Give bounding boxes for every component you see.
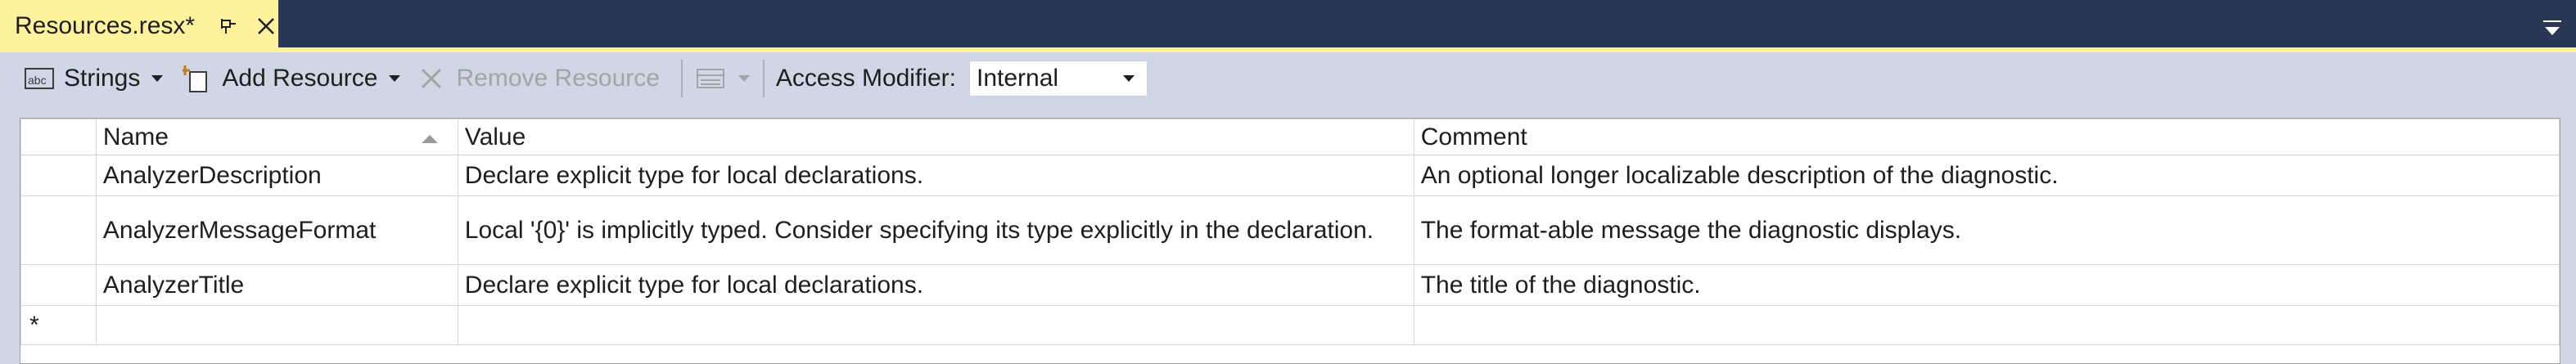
cell-value[interactable]: Declare explicit type for local declarat… bbox=[457, 264, 1414, 306]
document-tab-bar: Resources.resx* bbox=[0, 0, 2576, 52]
strings-icon: abc bbox=[23, 64, 56, 93]
svg-text:abc: abc bbox=[28, 74, 47, 87]
new-cell-value[interactable] bbox=[457, 305, 1414, 345]
access-modifier-label: Access Modifier: bbox=[775, 65, 956, 92]
view-icon bbox=[694, 64, 727, 93]
chevron-down-icon bbox=[151, 75, 164, 82]
row-header[interactable] bbox=[20, 264, 97, 306]
new-row[interactable]: * bbox=[20, 305, 2560, 345]
cell-name[interactable]: AnalyzerMessageFormat bbox=[95, 195, 458, 265]
cell-comment[interactable]: The title of the diagnostic. bbox=[1413, 264, 2560, 306]
view-dropdown-button[interactable] bbox=[694, 64, 751, 93]
new-cell-name[interactable] bbox=[95, 305, 458, 345]
table-row[interactable]: AnalyzerDescription Declare explicit typ… bbox=[20, 155, 2560, 196]
column-header-name-label: Name bbox=[102, 123, 169, 151]
resource-editor-toolbar: abc Strings Add Resource Remove Resource… bbox=[0, 52, 2576, 105]
remove-icon bbox=[415, 64, 448, 93]
chevron-down-icon bbox=[738, 75, 750, 82]
cell-value[interactable]: Declare explicit type for local declarat… bbox=[457, 155, 1414, 196]
header-row: Name Value Comment bbox=[20, 119, 2560, 155]
add-resource-icon bbox=[181, 64, 214, 93]
access-modifier-select[interactable]: Internal bbox=[969, 61, 1148, 97]
chevron-down-icon bbox=[389, 75, 401, 82]
column-header-value-label: Value bbox=[464, 123, 526, 151]
new-cell-comment[interactable] bbox=[1413, 305, 2560, 345]
cell-comment[interactable]: An optional longer localizable descripti… bbox=[1413, 155, 2560, 196]
new-row-marker: * bbox=[20, 305, 97, 345]
cell-name[interactable]: AnalyzerTitle bbox=[95, 264, 458, 306]
tab-overflow-chevron-down-icon[interactable] bbox=[2540, 18, 2565, 39]
toolbar-separator bbox=[762, 60, 765, 97]
column-header-comment[interactable]: Comment bbox=[1413, 119, 2560, 155]
add-resource-label: Add Resource bbox=[222, 65, 378, 92]
column-header-name[interactable]: Name bbox=[95, 119, 458, 155]
strings-dropdown-button[interactable]: abc Strings bbox=[23, 64, 165, 93]
table-row[interactable]: AnalyzerTitle Declare explicit type for … bbox=[20, 264, 2560, 306]
row-header[interactable] bbox=[20, 195, 97, 265]
document-tab-title: Resources.resx* bbox=[15, 12, 196, 39]
column-header-value[interactable]: Value bbox=[457, 119, 1414, 155]
table-row[interactable]: AnalyzerMessageFormat Local '{0}' is imp… bbox=[20, 195, 2560, 265]
add-resource-button[interactable]: Add Resource bbox=[181, 64, 402, 93]
column-header-comment-label: Comment bbox=[1420, 123, 1527, 151]
resource-editor-content: Name Value Comment AnalyzerDescription D… bbox=[0, 105, 2576, 364]
toolbar-separator bbox=[680, 60, 683, 97]
row-header-corner bbox=[20, 119, 97, 155]
sort-ascending-icon bbox=[421, 135, 438, 143]
cell-value[interactable]: Local '{0}' is implicitly typed. Conside… bbox=[457, 195, 1414, 265]
pin-icon[interactable] bbox=[218, 16, 239, 37]
resource-grid[interactable]: Name Value Comment AnalyzerDescription D… bbox=[20, 118, 2560, 364]
document-tab[interactable]: Resources.resx* bbox=[0, 0, 278, 52]
remove-resource-button[interactable]: Remove Resource bbox=[415, 64, 660, 93]
chevron-down-icon bbox=[1123, 75, 1135, 82]
resource-table: Name Value Comment AnalyzerDescription D… bbox=[20, 119, 2560, 345]
cell-comment[interactable]: The format-able message the diagnostic d… bbox=[1413, 195, 2560, 265]
access-modifier-value: Internal bbox=[977, 65, 1059, 92]
remove-resource-label: Remove Resource bbox=[456, 65, 660, 92]
close-icon[interactable] bbox=[254, 14, 278, 38]
strings-label: Strings bbox=[64, 65, 141, 92]
cell-name[interactable]: AnalyzerDescription bbox=[95, 155, 458, 196]
row-header[interactable] bbox=[20, 155, 97, 196]
